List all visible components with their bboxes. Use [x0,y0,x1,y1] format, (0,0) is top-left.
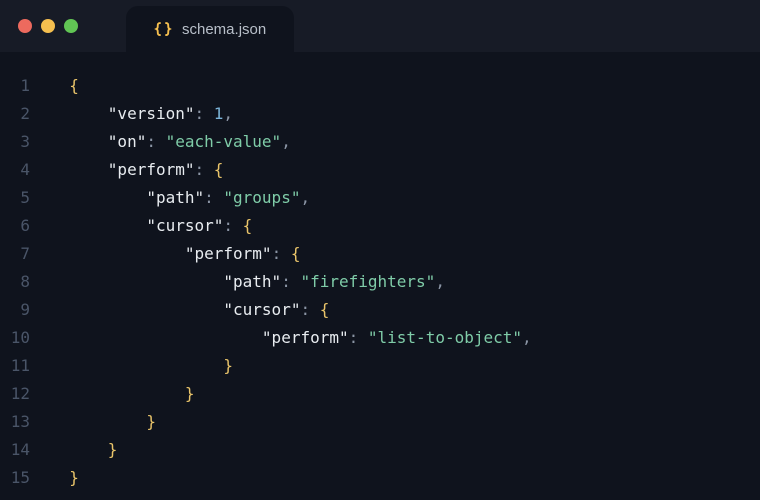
tab-label: schema.json [182,21,266,38]
line-number-gutter: 1 2 3 4 5 6 7 8 9 10 11 12 13 14 15 [0,72,50,500]
line-number: 6 [0,212,30,240]
code-line: } [50,380,532,408]
code-line: "path": "groups", [50,184,532,212]
close-window-button[interactable] [18,19,32,33]
code-content[interactable]: { "version": 1, "on": "each-value", "per… [50,72,532,500]
window-controls [18,19,78,33]
line-number: 3 [0,128,30,156]
code-line: "on": "each-value", [50,128,532,156]
line-number: 15 [0,464,30,492]
minimize-window-button[interactable] [41,19,55,33]
line-number: 13 [0,408,30,436]
code-line: "version": 1, [50,100,532,128]
code-line: } [50,352,532,380]
code-line: } [50,408,532,436]
code-editor[interactable]: 1 2 3 4 5 6 7 8 9 10 11 12 13 14 15 { "v… [0,52,760,500]
line-number: 7 [0,240,30,268]
code-line: { [50,72,532,100]
json-file-icon [154,20,172,38]
line-number: 1 [0,72,30,100]
line-number: 9 [0,296,30,324]
tab-schema-json[interactable]: schema.json [126,6,294,52]
code-line: "perform": { [50,240,532,268]
line-number: 12 [0,380,30,408]
titlebar: schema.json [0,0,760,52]
code-line: "perform": "list-to-object", [50,324,532,352]
code-line: "path": "firefighters", [50,268,532,296]
line-number: 4 [0,156,30,184]
line-number: 11 [0,352,30,380]
line-number: 14 [0,436,30,464]
line-number: 2 [0,100,30,128]
line-number: 10 [0,324,30,352]
code-line: "cursor": { [50,296,532,324]
maximize-window-button[interactable] [64,19,78,33]
line-number: 8 [0,268,30,296]
line-number: 5 [0,184,30,212]
code-line: "cursor": { [50,212,532,240]
code-line: "perform": { [50,156,532,184]
code-line: } [50,464,532,492]
code-line: } [50,436,532,464]
